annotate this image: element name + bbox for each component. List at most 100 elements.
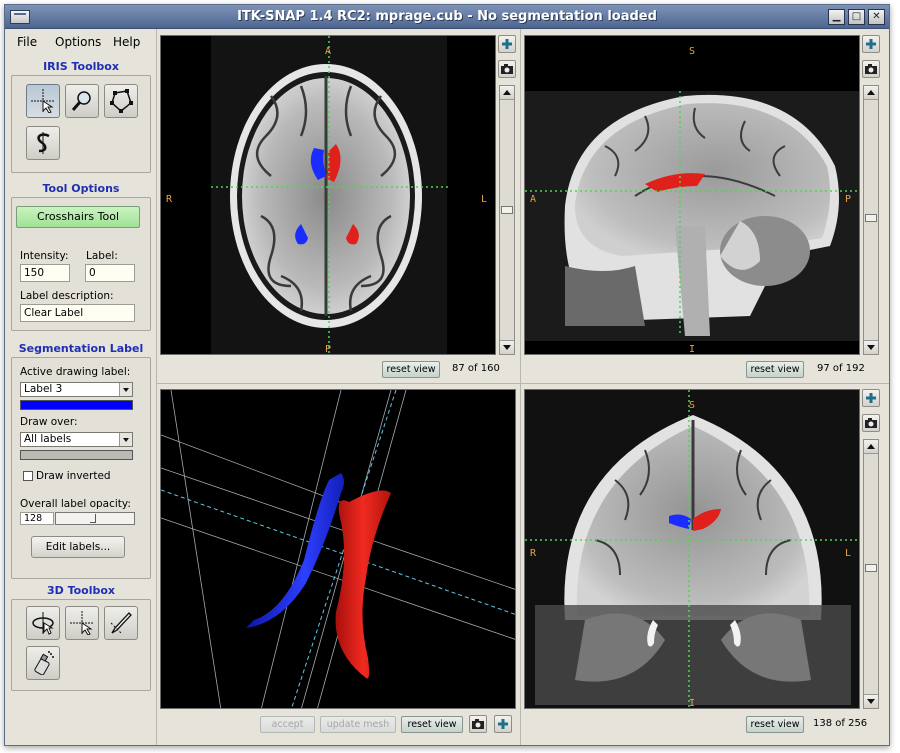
polygon-icon bbox=[110, 89, 133, 113]
axial-view[interactable]: A P R L bbox=[160, 35, 496, 355]
update-mesh-button[interactable]: update mesh bbox=[320, 716, 396, 733]
menu-help[interactable]: Help bbox=[113, 35, 140, 49]
coronal-reset-view-button[interactable]: reset view bbox=[746, 716, 804, 733]
orientation-right: P bbox=[845, 194, 852, 205]
draw-inverted-label: Draw inverted bbox=[36, 470, 111, 482]
3d-render-view[interactable] bbox=[160, 389, 516, 709]
plus-icon bbox=[866, 393, 876, 403]
3d-snapshot-button[interactable] bbox=[469, 715, 487, 733]
sidebar: IRIS Toolbox Tool Options Crosshairs Too… bbox=[11, 55, 151, 742]
3d-rotate-tool-button[interactable] bbox=[26, 606, 60, 640]
scroll-up-icon[interactable] bbox=[864, 440, 878, 454]
sagittal-snapshot-button[interactable] bbox=[862, 60, 880, 78]
zoom-tool-button[interactable] bbox=[65, 84, 99, 118]
sagittal-reset-view-button[interactable]: reset view bbox=[746, 361, 804, 378]
label-description-field: Clear Label bbox=[20, 304, 135, 322]
axial-reset-view-button[interactable]: reset view bbox=[382, 361, 440, 378]
3d-toolbox: 3D Toolbox bbox=[11, 583, 151, 693]
label-value-field: 0 bbox=[85, 264, 135, 282]
active-label-value: Label 3 bbox=[24, 383, 63, 395]
spray-can-icon bbox=[34, 651, 54, 675]
opacity-label: Overall label opacity: bbox=[20, 498, 131, 510]
minimize-icon[interactable]: ▁ bbox=[828, 9, 845, 25]
camera-icon bbox=[501, 64, 513, 74]
crosshairs-tool-label[interactable]: Crosshairs Tool bbox=[16, 206, 140, 228]
sagittal-scroll-thumb[interactable] bbox=[865, 214, 877, 222]
title-bar: ITK-SNAP 1.4 RC2: mprage.cub - No segmen… bbox=[5, 5, 889, 29]
draw-over-dropdown[interactable]: All labels bbox=[20, 432, 133, 447]
orientation-top: S bbox=[689, 400, 696, 411]
polygon-tool-button[interactable] bbox=[104, 84, 138, 118]
magnifier-icon bbox=[71, 91, 91, 111]
scroll-down-icon[interactable] bbox=[864, 340, 878, 354]
snake-tool-button[interactable] bbox=[26, 126, 60, 160]
sagittal-view[interactable]: S I A P bbox=[524, 35, 860, 355]
orientation-right: L bbox=[481, 194, 488, 205]
edit-labels-button[interactable]: Edit labels... bbox=[31, 536, 125, 558]
iris-toolbox-title: IRIS Toolbox bbox=[43, 60, 119, 73]
opacity-slider-handle[interactable] bbox=[90, 514, 96, 523]
scalpel-icon bbox=[110, 612, 132, 634]
draw-over-color-swatch bbox=[20, 450, 133, 460]
coronal-slice-scrollbar[interactable] bbox=[863, 439, 879, 709]
axial-expand-button[interactable] bbox=[498, 35, 516, 53]
maximize-icon[interactable]: □ bbox=[848, 9, 865, 25]
camera-icon bbox=[865, 418, 877, 428]
label-label: Label: bbox=[86, 250, 118, 262]
coronal-scroll-thumb[interactable] bbox=[865, 564, 877, 572]
accept-button[interactable]: accept bbox=[260, 716, 315, 733]
orientation-left: A bbox=[530, 194, 537, 205]
scroll-down-icon[interactable] bbox=[500, 340, 514, 354]
segmentation-label-title: Segmentation Label bbox=[18, 342, 144, 355]
coronal-slice-number: 138 of 256 bbox=[813, 718, 868, 729]
3d-toolbox-title: 3D Toolbox bbox=[46, 584, 116, 597]
crosshairs-icon bbox=[31, 89, 55, 113]
menu-bar: File Options Help bbox=[5, 29, 157, 54]
orientation-top: S bbox=[689, 46, 696, 57]
intensity-field: 150 bbox=[20, 264, 70, 282]
close-icon[interactable]: ✕ bbox=[868, 9, 885, 25]
coronal-view[interactable]: S I R L bbox=[524, 389, 860, 709]
sagittal-expand-button[interactable] bbox=[862, 35, 880, 53]
axial-slice-scrollbar[interactable] bbox=[499, 85, 515, 355]
crosshairs-tool-button[interactable] bbox=[26, 84, 60, 118]
orientation-left: R bbox=[530, 548, 537, 559]
scroll-down-icon[interactable] bbox=[864, 694, 878, 708]
active-label-color-swatch bbox=[20, 400, 133, 410]
draw-over-value: All labels bbox=[24, 433, 72, 445]
label-description-label: Label description: bbox=[20, 290, 114, 302]
plus-icon bbox=[498, 719, 508, 729]
tool-options-panel: Tool Options Crosshairs Tool Intensity: … bbox=[11, 181, 151, 331]
rotate-icon bbox=[32, 612, 54, 635]
opacity-slider[interactable] bbox=[55, 512, 135, 525]
active-label-dropdown[interactable]: Label 3 bbox=[20, 382, 133, 397]
scroll-up-icon[interactable] bbox=[500, 86, 514, 100]
3d-expand-button[interactable] bbox=[494, 715, 512, 733]
crosshairs-icon bbox=[70, 611, 94, 635]
scroll-up-icon[interactable] bbox=[864, 86, 878, 100]
axial-snapshot-button[interactable] bbox=[498, 60, 516, 78]
chevron-down-icon bbox=[119, 383, 132, 396]
axial-scroll-thumb[interactable] bbox=[501, 206, 513, 214]
axial-brain-image bbox=[211, 36, 451, 354]
menu-options[interactable]: Options bbox=[55, 35, 101, 49]
orientation-left: R bbox=[166, 194, 173, 205]
coronal-expand-button[interactable] bbox=[862, 389, 880, 407]
draw-inverted-checkbox[interactable] bbox=[23, 471, 33, 481]
orientation-right: L bbox=[845, 548, 852, 559]
intensity-label: Intensity: bbox=[20, 250, 69, 262]
camera-icon bbox=[865, 64, 877, 74]
3d-crosshairs-tool-button[interactable] bbox=[65, 606, 99, 640]
opacity-value: 128 bbox=[20, 512, 54, 525]
axial-slice-number: 87 of 160 bbox=[452, 363, 500, 374]
snake-icon bbox=[37, 132, 50, 154]
3d-reset-view-button[interactable]: reset view bbox=[401, 716, 463, 733]
orientation-bottom: P bbox=[325, 344, 332, 355]
window-title: ITK-SNAP 1.4 RC2: mprage.cub - No segmen… bbox=[237, 9, 657, 24]
tool-options-title: Tool Options bbox=[42, 182, 120, 195]
sagittal-slice-scrollbar[interactable] bbox=[863, 85, 879, 355]
menu-file[interactable]: File bbox=[17, 35, 37, 49]
coronal-snapshot-button[interactable] bbox=[862, 414, 880, 432]
3d-spray-paint-tool-button[interactable] bbox=[26, 646, 60, 680]
3d-scalpel-tool-button[interactable] bbox=[104, 606, 138, 640]
